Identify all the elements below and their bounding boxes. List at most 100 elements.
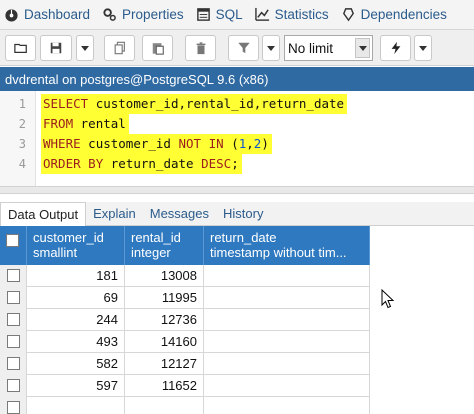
execute-icon [391, 41, 400, 55]
data-output-grid: customer_id smallint rental_id integer r… [0, 226, 474, 414]
column-header-customer-id[interactable]: customer_id smallint [27, 226, 125, 265]
save-button[interactable] [40, 35, 72, 61]
execute-options-dropdown[interactable] [414, 35, 432, 61]
tab-dashboard[interactable]: Dashboard [0, 0, 98, 29]
line-number: 1 [18, 97, 26, 111]
column-type: smallint [33, 245, 78, 260]
row-checkbox[interactable] [6, 269, 20, 283]
column-name: return_date [210, 230, 277, 245]
row-checkbox[interactable] [6, 357, 20, 371]
tab-data-output[interactable]: Data Output [0, 202, 87, 227]
dashboard-icon [5, 9, 18, 22]
cell-return-date[interactable] [204, 287, 370, 309]
cell-return-date[interactable] [204, 265, 370, 287]
filter-options-dropdown[interactable] [262, 35, 280, 61]
connection-label: dvdrental on postgres@PostgreSQL 9.6 (x8… [5, 71, 269, 87]
cell-rental-id[interactable]: 12127 [125, 353, 204, 375]
table-row[interactable]: 244 12736 [0, 309, 370, 331]
row-select-cell[interactable] [0, 265, 27, 287]
column-header-return-date[interactable]: return_date timestamp without tim... [204, 226, 370, 265]
code-line[interactable]: SELECT customer_id,rental_id,return_date [41, 94, 348, 114]
cell-customer-id[interactable] [27, 397, 125, 414]
cell-customer-id[interactable]: 493 [27, 331, 125, 353]
cell-return-date[interactable] [204, 309, 370, 331]
column-type: integer [131, 245, 171, 260]
paste-button[interactable] [142, 35, 173, 61]
cell-rental-id[interactable]: 11652 [125, 375, 204, 397]
tab-explain[interactable]: Explain [86, 202, 143, 226]
cell-customer-id[interactable]: 597 [27, 375, 125, 397]
delete-button[interactable] [185, 35, 216, 61]
row-checkbox[interactable] [6, 313, 20, 327]
row-checkbox[interactable] [6, 291, 20, 305]
row-checkbox[interactable] [6, 401, 20, 414]
column-name: rental_id [131, 230, 181, 245]
code-line[interactable]: WHERE customer_id NOT IN (1,2) [41, 134, 272, 154]
row-select-cell[interactable] [0, 353, 27, 375]
paste-icon [152, 43, 164, 55]
statistics-icon [254, 7, 269, 21]
cell-customer-id[interactable]: 181 [27, 265, 125, 287]
table-row[interactable]: 597 11652 [0, 375, 370, 397]
chevron-down-icon [358, 45, 367, 51]
code-line[interactable]: FROM rental [41, 114, 129, 134]
select-all-checkbox[interactable] [6, 234, 19, 247]
dependencies-icon [342, 8, 354, 22]
select-all-cell[interactable] [0, 226, 27, 265]
tab-statistics[interactable]: Statistics [251, 0, 337, 29]
filter-icon [237, 42, 250, 54]
row-select-cell[interactable] [0, 375, 27, 397]
cell-rental-id[interactable]: 12736 [125, 309, 204, 331]
cell-customer-id[interactable]: 244 [27, 309, 125, 331]
table-row[interactable]: 69 11995 [0, 287, 370, 309]
table-row[interactable] [0, 397, 370, 414]
row-select-cell[interactable] [0, 331, 27, 353]
grid-header: customer_id smallint rental_id integer r… [0, 226, 370, 265]
tab-history[interactable]: History [216, 202, 270, 226]
code-line[interactable]: ORDER BY return_date DESC; [41, 154, 242, 174]
cell-return-date[interactable] [204, 397, 370, 414]
connection-bar: dvdrental on postgres@PostgreSQL 9.6 (x8… [0, 67, 474, 91]
tab-properties[interactable]: Properties [98, 0, 192, 29]
table-row[interactable]: 582 12127 [0, 353, 370, 375]
row-checkbox[interactable] [6, 379, 20, 393]
row-select-cell[interactable] [0, 287, 27, 309]
save-icon [50, 42, 62, 54]
cell-rental-id[interactable] [125, 397, 204, 414]
execute-button[interactable] [380, 35, 411, 61]
line-number: 4 [18, 157, 26, 171]
query-toolbar: No limit [0, 30, 474, 66]
cell-return-date[interactable] [204, 353, 370, 375]
open-file-icon [13, 43, 27, 53]
select-arrow[interactable] [355, 38, 370, 58]
open-file-button[interactable] [5, 35, 36, 61]
cell-customer-id[interactable]: 69 [27, 287, 125, 309]
row-select-cell[interactable] [0, 309, 27, 331]
tab-messages[interactable]: Messages [143, 202, 216, 226]
sql-editor[interactable]: 1 2 3 4 SELECT customer_id,rental_id,ret… [0, 91, 474, 186]
column-header-rental-id[interactable]: rental_id integer [125, 226, 204, 265]
delete-icon [196, 42, 205, 55]
tab-dependencies[interactable]: Dependencies [337, 0, 455, 29]
tab-label: Dependencies [360, 7, 447, 22]
table-row[interactable]: 181 13008 [0, 265, 370, 287]
chevron-down-icon [419, 45, 427, 51]
copy-button[interactable] [104, 35, 135, 61]
cell-return-date[interactable] [204, 375, 370, 397]
cell-rental-id[interactable]: 14160 [125, 331, 204, 353]
cell-customer-id[interactable]: 582 [27, 353, 125, 375]
cell-return-date[interactable] [204, 331, 370, 353]
cell-rental-id[interactable]: 13008 [125, 265, 204, 287]
row-checkbox[interactable] [6, 335, 20, 349]
tab-label: SQL [215, 7, 243, 22]
tab-sql[interactable]: SQL [192, 0, 251, 29]
row-select-cell[interactable] [0, 397, 27, 414]
tab-label: Dashboard [24, 7, 91, 22]
panel-splitter[interactable] [0, 186, 474, 194]
table-row[interactable]: 493 14160 [0, 331, 370, 353]
cell-rental-id[interactable]: 11995 [125, 287, 204, 309]
row-limit-select[interactable]: No limit [284, 35, 373, 61]
filter-button[interactable] [228, 35, 259, 61]
mouse-cursor-icon [381, 289, 395, 309]
save-options-dropdown[interactable] [76, 35, 94, 61]
